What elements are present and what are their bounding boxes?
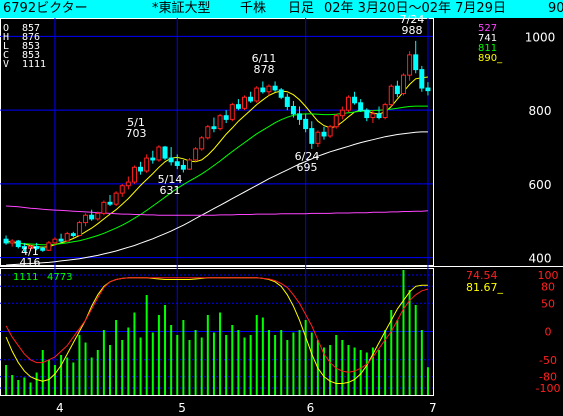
candle-body: [76, 222, 82, 237]
annotation-price: 878: [254, 63, 275, 76]
candle-body: [46, 242, 52, 251]
candle-body: [58, 238, 64, 242]
moving-average-line: [6, 76, 428, 248]
candle-body: [321, 131, 327, 137]
candle-body: [168, 157, 174, 163]
candle-body: [119, 185, 125, 194]
candle-body: [205, 126, 211, 139]
candle-body: [217, 115, 223, 130]
oscillator-tick-label: 80: [541, 280, 555, 293]
stock-chart: 4 5 6 7400600800100010080500-50-80-1004/141…: [0, 13, 563, 415]
candle-body: [290, 105, 296, 115]
oscillator-tick-label: -100: [536, 382, 561, 395]
candle-body: [382, 104, 388, 119]
candle-body: [315, 131, 321, 144]
candle-body: [260, 87, 266, 93]
candle-body: [235, 104, 241, 109]
candle-body: [229, 104, 235, 120]
candle-body: [9, 240, 15, 244]
price-panel-frame: [0, 18, 434, 266]
annotation-price: 416: [20, 256, 41, 269]
oscillator-tick-label: 0: [545, 326, 552, 339]
candle-body: [419, 69, 425, 89]
candle-body: [113, 192, 119, 205]
candle-body: [272, 85, 278, 91]
candle-body: [186, 159, 192, 170]
price-tick-label: 600: [529, 178, 552, 192]
candle-body: [284, 96, 290, 107]
candle-body: [370, 113, 376, 119]
candle-body: [144, 157, 150, 172]
oscillator-legend-value: 81.67_: [466, 281, 503, 294]
candle-body: [297, 113, 303, 120]
candle-body: [376, 113, 382, 119]
ohlcv-label: V: [3, 59, 9, 70]
annotation-price: 631: [160, 184, 181, 197]
candle-body: [425, 87, 431, 92]
candle-body: [150, 157, 156, 161]
candle-body: [174, 161, 180, 166]
candle-body: [388, 85, 394, 106]
oscillator-tick-label: -50: [539, 354, 557, 367]
candle-body: [180, 164, 186, 170]
candle-body: [156, 146, 162, 161]
candle-body: [364, 109, 370, 119]
x-tick-label: 6: [307, 401, 315, 415]
candle-body: [327, 126, 333, 137]
candle-body: [413, 54, 419, 71]
annotation-price: 703: [126, 127, 147, 140]
ma-legend-value: 890_: [478, 53, 503, 64]
candle-body: [193, 148, 199, 161]
price-tick-label: 400: [529, 252, 552, 266]
candle-body: [199, 137, 205, 150]
candle-body: [248, 96, 254, 102]
candle-body: [131, 166, 137, 183]
candle-body: [352, 96, 358, 104]
oscillator-line: [5, 277, 428, 384]
candle-body: [15, 240, 21, 248]
x-tick-label: 7: [429, 401, 437, 415]
candle-body: [339, 109, 345, 117]
candle-body: [101, 201, 107, 214]
candle-body: [64, 233, 70, 242]
moving-average-line: [6, 131, 428, 266]
candle-body: [309, 128, 315, 144]
candle-body: [211, 126, 217, 130]
candle-body: [138, 166, 144, 172]
candle-body: [3, 238, 9, 244]
oscillator-line: [5, 277, 429, 373]
candle-body: [278, 89, 284, 98]
x-tick-label: 5: [178, 401, 186, 415]
annotation-price: 988: [402, 24, 423, 37]
moving-average-line: [6, 105, 428, 246]
candle-body: [400, 74, 406, 95]
price-tick-label: 800: [529, 104, 552, 118]
candle-body: [107, 201, 113, 205]
candle-body: [303, 118, 309, 130]
candle-body: [83, 214, 89, 224]
candle-body: [345, 96, 351, 111]
candle-body: [407, 54, 413, 76]
oscillator-tick-label: 50: [541, 297, 555, 310]
candle-body: [40, 247, 46, 251]
candle-body: [333, 115, 339, 128]
candle-body: [254, 87, 260, 102]
candle-body: [125, 181, 131, 187]
ohlcv-value: 1111: [22, 59, 46, 70]
x-tick-label: 4: [56, 401, 64, 415]
annotation-price: 695: [297, 161, 318, 174]
candle-body: [52, 238, 58, 244]
price-tick-label: 1000: [525, 30, 556, 44]
candle-body: [266, 85, 272, 93]
candle-body: [394, 85, 400, 95]
candle-body: [70, 233, 76, 237]
candle-body: [95, 212, 101, 220]
candle-body: [358, 102, 364, 111]
volume-legend-value: 4773: [47, 272, 72, 283]
candle-body: [242, 96, 248, 109]
candle-body: [223, 115, 229, 120]
candle-body: [89, 214, 95, 220]
volume-legend-value: 1111: [13, 272, 38, 283]
candle-body: [162, 146, 168, 159]
